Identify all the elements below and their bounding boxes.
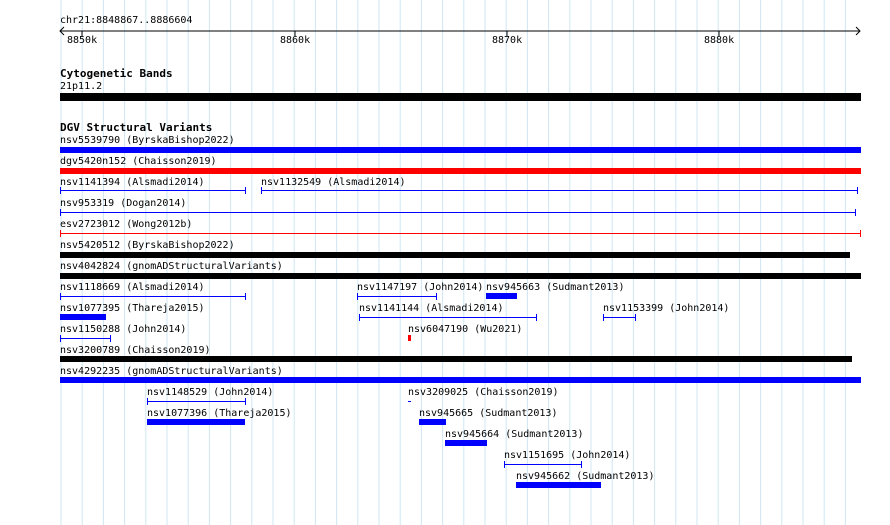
- feature-glyph[interactable]: [357, 293, 437, 300]
- feature-glyph[interactable]: [147, 419, 245, 425]
- ruler-tick-label: 8880k: [704, 35, 735, 46]
- feature-label: nsv1151695 (John2014): [504, 450, 631, 461]
- cytoband-label: 21p11.2: [60, 81, 103, 92]
- feature-glyph[interactable]: [147, 398, 246, 405]
- feature-label: dgv5420n152 (Chaisson2019): [60, 156, 217, 167]
- feature-label: nsv1148529 (John2014): [147, 387, 274, 398]
- ruler-tick-label: 8870k: [492, 35, 523, 46]
- feature-label: nsv1153399 (John2014): [603, 303, 730, 314]
- feature-label: nsv1141144 (Alsmadi2014): [359, 303, 504, 314]
- cytoband-track-title: Cytogenetic Bands: [60, 67, 173, 80]
- feature-label: nsv945665 (Sudmant2013): [419, 408, 558, 419]
- feature-label: nsv1077395 (Thareja2015): [60, 303, 205, 314]
- feature-label: nsv953319 (Dogan2014): [60, 198, 187, 209]
- feature-glyph[interactable]: [60, 209, 856, 216]
- feature-glyph[interactable]: [603, 314, 636, 321]
- cytoband-bar[interactable]: [60, 93, 861, 101]
- feature-label: nsv5539790 (ByrskaBishop2022): [60, 135, 235, 146]
- feature-glyph[interactable]: [408, 335, 411, 341]
- ruler-tick-label: 8860k: [280, 35, 311, 46]
- feature-glyph[interactable]: [261, 187, 858, 194]
- feature-label: nsv945663 (Sudmant2013): [486, 282, 625, 293]
- feature-glyph[interactable]: [60, 168, 861, 174]
- feature-label: nsv5420512 (ByrskaBishop2022): [60, 240, 235, 251]
- feature-glyph[interactable]: [486, 293, 517, 299]
- feature-label: nsv4292235 (gnomADStructuralVariants): [60, 366, 283, 377]
- feature-glyph[interactable]: [60, 377, 861, 383]
- feature-label: nsv1147197 (John2014): [357, 282, 484, 293]
- feature-glyph[interactable]: [516, 482, 601, 488]
- feature-glyph[interactable]: [359, 314, 537, 321]
- feature-glyph[interactable]: [60, 147, 861, 153]
- feature-label: nsv4042824 (gnomADStructuralVariants): [60, 261, 283, 272]
- feature-label: nsv1118669 (Alsmadi2014): [60, 282, 205, 293]
- dgv-track-title: DGV Structural Variants: [60, 121, 213, 134]
- feature-label: esv2723012 (Wong2012b): [60, 219, 193, 230]
- ruler: [59, 26, 861, 36]
- feature-glyph[interactable]: [408, 398, 411, 405]
- feature-glyph[interactable]: [60, 335, 111, 342]
- feature-glyph[interactable]: [60, 356, 852, 362]
- feature-label: nsv1077396 (Thareja2015): [147, 408, 292, 419]
- feature-label: nsv945664 (Sudmant2013): [445, 429, 584, 440]
- ruler-tick-label: 8850k: [67, 35, 98, 46]
- feature-glyph[interactable]: [60, 187, 246, 194]
- feature-glyph[interactable]: [60, 293, 246, 300]
- feature-label: nsv1150288 (John2014): [60, 324, 187, 335]
- feature-glyph[interactable]: [419, 419, 446, 425]
- feature-glyph[interactable]: [60, 314, 106, 320]
- feature-label: nsv945662 (Sudmant2013): [516, 471, 655, 482]
- feature-label: nsv3209025 (Chaisson2019): [408, 387, 559, 398]
- feature-glyph[interactable]: [60, 230, 861, 237]
- feature-label: nsv6047190 (Wu2021): [408, 324, 523, 335]
- feature-glyph[interactable]: [60, 273, 861, 279]
- feature-label: nsv3200789 (Chaisson2019): [60, 345, 211, 356]
- feature-glyph[interactable]: [60, 252, 850, 258]
- feature-glyph[interactable]: [445, 440, 487, 446]
- feature-glyph[interactable]: [504, 461, 582, 468]
